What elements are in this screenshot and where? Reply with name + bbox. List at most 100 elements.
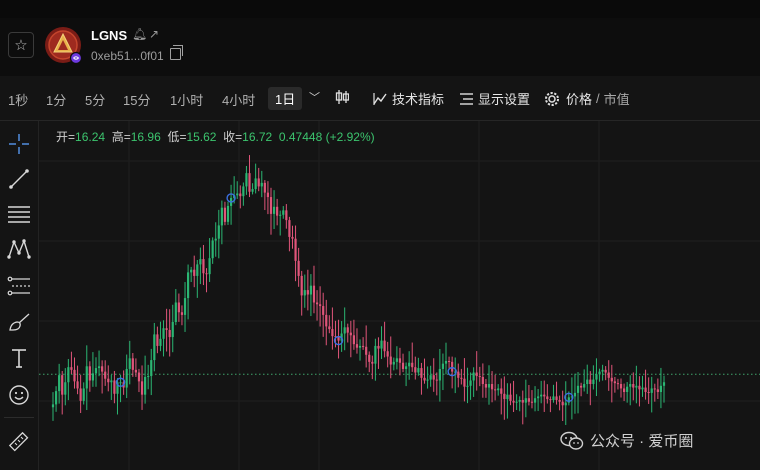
candle-body: [61, 375, 64, 395]
candle-body: [475, 372, 478, 377]
candle-body: [494, 389, 497, 391]
candle-body: [659, 385, 663, 392]
candle-body: [147, 376, 150, 378]
text-icon[interactable]: [6, 345, 32, 371]
candle-body: [414, 367, 417, 373]
favorite-button[interactable]: ☆: [8, 32, 34, 58]
candle-body: [641, 387, 644, 390]
candle-body: [595, 374, 598, 380]
candle-body: [325, 314, 328, 327]
pattern-icon[interactable]: [6, 236, 32, 262]
candle-body: [168, 329, 171, 338]
candle-body: [487, 384, 491, 388]
display-settings-button[interactable]: 显示设置: [459, 89, 530, 108]
candle-body: [254, 178, 257, 190]
candle-body: [239, 193, 242, 197]
candle-body: [183, 298, 187, 315]
watermark-text: 公众号 · 爱币圈: [590, 433, 694, 450]
candle-body: [564, 402, 567, 406]
candle-body: [420, 368, 423, 378]
copy-icon[interactable]: [170, 45, 183, 60]
candlestick-icon[interactable]: [335, 89, 349, 105]
candle-body: [497, 388, 500, 391]
candle-body: [294, 238, 297, 261]
candle-body: [426, 379, 429, 381]
timeframe-1h[interactable]: 1小时: [170, 90, 203, 109]
candle-body: [503, 393, 506, 400]
candle-body: [88, 366, 91, 381]
trend-line-icon[interactable]: [6, 166, 32, 192]
candlestick-chart[interactable]: [39, 121, 760, 470]
candle-body: [125, 368, 128, 388]
candle-body: [521, 399, 524, 403]
candle-body: [561, 401, 564, 406]
timeframe-15m[interactable]: 15分: [123, 90, 150, 109]
ruler-icon[interactable]: [6, 429, 32, 455]
candle-body: [156, 334, 159, 346]
candle-body: [580, 385, 583, 388]
candle-body: [208, 258, 211, 275]
horizontal-lines-icon[interactable]: [6, 201, 32, 227]
indicators-button[interactable]: 技术指标: [373, 89, 444, 108]
candle-body: [134, 369, 137, 373]
timeframe-dropdown[interactable]: ﹀: [309, 89, 320, 105]
tool-divider: [4, 417, 34, 418]
candle-body: [543, 394, 546, 397]
candle-body: [408, 362, 411, 367]
timeframe-4h[interactable]: 4小时: [222, 90, 255, 109]
candle-body: [619, 384, 623, 389]
candle-body: [266, 192, 270, 198]
candle-body: [54, 391, 58, 405]
candle-body: [506, 394, 509, 400]
crosshair-icon[interactable]: [6, 131, 32, 157]
price-marketcap-toggle[interactable]: 价格 / 市值: [544, 89, 630, 108]
candle-body: [144, 376, 147, 395]
candle-body: [70, 367, 73, 370]
timeframe-1d[interactable]: 1日: [268, 87, 303, 110]
candle-body: [309, 285, 313, 295]
candle-body: [411, 362, 414, 368]
candle-body: [386, 351, 389, 357]
candle-body: [383, 340, 386, 352]
emoji-icon[interactable]: [6, 382, 32, 408]
candle-body: [282, 210, 285, 215]
candle-body: [395, 358, 398, 362]
candle-body: [269, 197, 273, 214]
candle-body: [392, 361, 395, 365]
candle-body: [469, 380, 472, 386]
top-band: [0, 0, 760, 18]
candle-body: [610, 377, 613, 382]
candle-body: [288, 220, 291, 237]
candle-body: [177, 302, 180, 313]
brush-icon[interactable]: [6, 310, 32, 336]
candle-body: [193, 269, 196, 276]
candle-body: [586, 379, 589, 385]
candle-body: [306, 290, 309, 295]
candle-body: [540, 394, 543, 397]
candle-body: [58, 375, 61, 392]
open-label: 开=: [56, 130, 76, 144]
candle-body: [263, 182, 266, 193]
chart-grid: [39, 121, 760, 470]
timeframe-1m[interactable]: 1分: [46, 90, 66, 109]
candle-body: [107, 378, 110, 383]
timeframe-5m[interactable]: 5分: [85, 90, 105, 109]
candle-body: [300, 275, 303, 296]
candle-body: [662, 382, 666, 386]
candle-body: [484, 384, 488, 388]
candle-body: [355, 344, 359, 348]
chart-toolbar: 1秒 1分 5分 15分 1小时 4小时 1日 ﹀ 技术指标 显示设置 价格 /: [0, 76, 760, 120]
fib-icon[interactable]: [6, 273, 32, 299]
external-link-icon[interactable]: ↗: [149, 27, 159, 41]
candle-body: [217, 225, 220, 239]
candle-body: [371, 361, 374, 364]
chevron-down-icon: ﹀: [309, 92, 320, 104]
candle-body: [153, 334, 156, 361]
candle-body: [337, 337, 340, 341]
bell-icon[interactable]: 🔔︎: [132, 27, 147, 41]
candle-body: [573, 392, 577, 397]
candle-body: [404, 366, 408, 369]
candle-body: [64, 382, 67, 395]
candle-body: [79, 388, 82, 401]
timeframe-1s[interactable]: 1秒: [8, 90, 28, 109]
